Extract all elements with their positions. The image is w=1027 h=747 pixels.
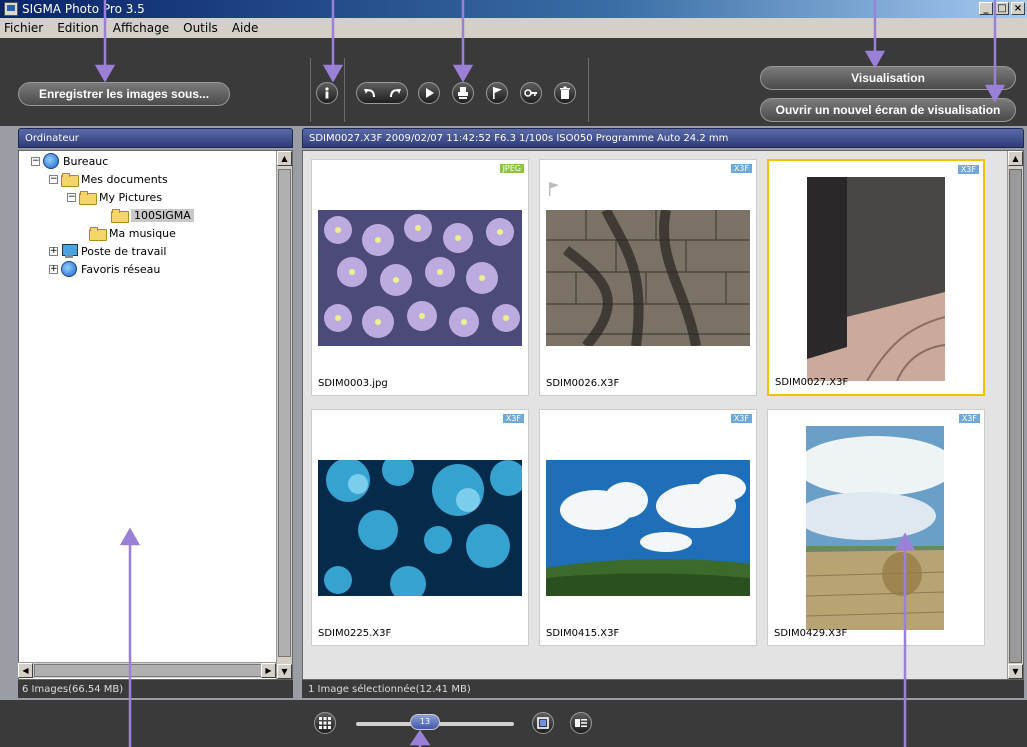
annotation-overlay	[94, 0, 1006, 747]
